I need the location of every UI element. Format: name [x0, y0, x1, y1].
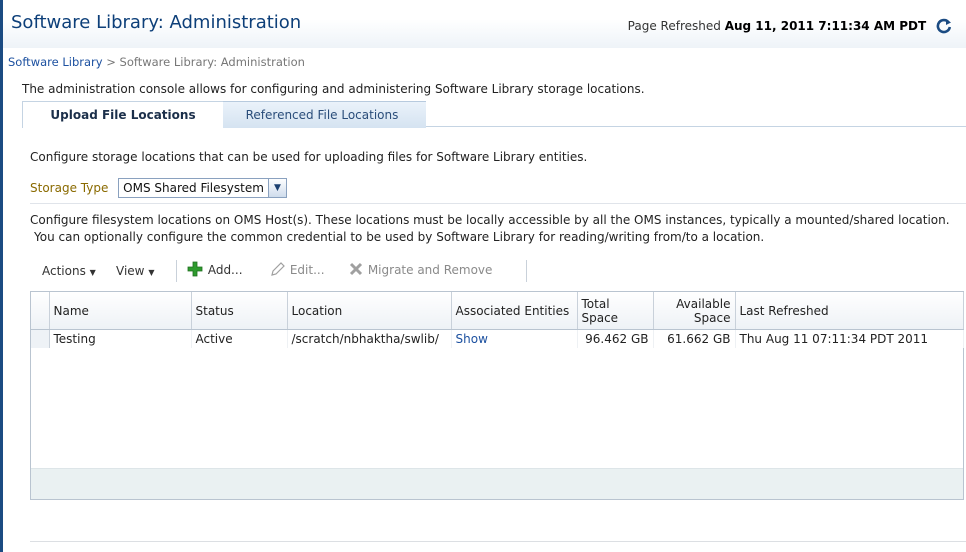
help-text-line-1: Configure filesystem locations on OMS Ho… — [30, 213, 950, 227]
column-header-status[interactable]: Status — [191, 292, 288, 330]
view-menu[interactable]: View ▼ — [116, 264, 154, 278]
row-header-cell — [31, 292, 50, 330]
breadcrumb-current: Software Library: Administration — [119, 55, 305, 69]
page-description: The administration console allows for co… — [22, 82, 645, 96]
table-row[interactable]: Testing Active /scratch/nbhaktha/swlib/ … — [31, 329, 964, 348]
column-header-name[interactable]: Name — [49, 292, 192, 330]
page-refreshed-info: Page Refreshed Aug 11, 2011 7:11:34 AM P… — [628, 18, 952, 37]
cell-status: Active — [191, 329, 288, 348]
storage-type-value: OMS Shared Filesystem — [123, 181, 264, 195]
tab-bar: Referenced File Locations Upload File Lo… — [22, 101, 966, 128]
edit-label: Edit... — [289, 263, 325, 277]
tab-upload-file-locations[interactable]: Upload File Locations — [22, 101, 223, 128]
chevron-down-icon[interactable]: ▼ — [267, 179, 286, 197]
plus-icon — [186, 261, 204, 280]
table-header-row: Name Status Location Associated Entities… — [31, 292, 964, 330]
remove-x-icon — [348, 261, 364, 280]
column-header-available-space[interactable]: Available Space — [653, 292, 736, 330]
refresh-icon[interactable] — [936, 18, 952, 37]
column-header-associated-entities[interactable]: Associated Entities — [451, 292, 578, 330]
caret-down-icon: ▼ — [148, 268, 155, 277]
refreshed-label: Page Refreshed — [627, 19, 721, 33]
table-toolbar: Actions ▼ View ▼ Add... Edit... Migrate … — [30, 258, 962, 284]
edit-button[interactable]: Edit... — [270, 261, 325, 280]
row-selector[interactable] — [31, 329, 50, 348]
section-divider — [30, 203, 966, 204]
actions-label: Actions — [42, 264, 86, 278]
column-header-total-space[interactable]: Total Space — [577, 292, 654, 330]
column-header-last-refreshed[interactable]: Last Refreshed — [735, 292, 964, 330]
toolbar-separator — [526, 260, 527, 282]
left-edge-bar — [0, 0, 3, 552]
table-footer-bar — [31, 468, 963, 499]
storage-type-select[interactable]: OMS Shared Filesystem ▼ — [118, 178, 287, 198]
page-header: Software Library: Administration Page Re… — [3, 0, 966, 48]
breadcrumb-separator: > — [106, 55, 116, 69]
caret-down-icon: ▼ — [89, 268, 96, 277]
cell-name: Testing — [49, 329, 192, 348]
storage-locations-table: Name Status Location Associated Entities… — [30, 291, 964, 500]
show-associated-entities-link[interactable]: Show — [451, 329, 578, 348]
breadcrumb: Software Library > Software Library: Adm… — [8, 55, 305, 69]
pencil-icon — [270, 261, 286, 280]
cell-available-space: 61.662 GB — [653, 329, 736, 348]
breadcrumb-software-library-link[interactable]: Software Library — [8, 55, 103, 69]
cell-location: /scratch/nbhaktha/swlib/ — [287, 329, 452, 348]
cell-last-refreshed: Thu Aug 11 07:11:34 PDT 2011 — [735, 329, 964, 348]
cell-total-space: 96.462 GB — [577, 329, 654, 348]
tab-referenced-file-locations[interactable]: Referenced File Locations — [218, 101, 426, 128]
migrate-label: Migrate and Remove — [367, 263, 493, 277]
column-header-location[interactable]: Location — [287, 292, 452, 330]
add-button[interactable]: Add... — [186, 261, 243, 280]
page-title: Software Library: Administration — [11, 12, 302, 33]
help-text-line-2: You can optionally configure the common … — [34, 230, 765, 244]
upload-intro-text: Configure storage locations that can be … — [30, 150, 588, 164]
bottom-divider — [30, 541, 966, 542]
add-label: Add... — [207, 263, 243, 277]
storage-type-label: Storage Type — [30, 181, 109, 195]
toolbar-separator — [176, 260, 177, 282]
migrate-and-remove-button[interactable]: Migrate and Remove — [348, 261, 492, 280]
view-label: View — [116, 264, 145, 278]
refreshed-time: Aug 11, 2011 7:11:34 AM PDT — [724, 19, 927, 33]
storage-type-row: Storage Type OMS Shared Filesystem ▼ — [30, 178, 287, 198]
actions-menu[interactable]: Actions ▼ — [42, 264, 96, 278]
